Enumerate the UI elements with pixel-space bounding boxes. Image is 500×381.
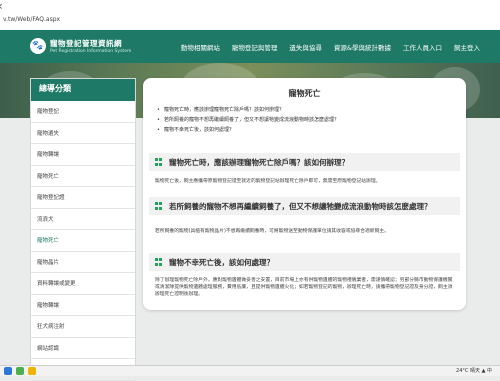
sidebar-title: 總導分類 — [31, 79, 135, 101]
sidebar-item[interactable]: 流浪犬 — [31, 209, 135, 230]
question-link[interactable]: 若所飼養的寵物不想再繼續飼養了，但又不想讓牠變成流浪動物時該怎麼處理？ — [157, 115, 339, 125]
app-icon[interactable] — [16, 367, 24, 375]
faq-answer: 除了辦理寵物死亡除戶外，應對寵物遺體做妥善之安置，目前市場上亦有供寵物遺體的寵物… — [155, 278, 453, 297]
sidebar-item[interactable]: 寵物遺失 — [31, 123, 135, 144]
nav-resources-stats[interactable]: 資源&學與統計數據 — [328, 40, 397, 52]
folder-icon[interactable] — [28, 367, 36, 375]
os-taskbar: 24°C 晴天 ▲ 中 — [0, 365, 500, 376]
green-grid-icon — [155, 258, 163, 266]
system-tray[interactable]: 24°C 晴天 ▲ 中 — [456, 367, 492, 374]
paw-logo-icon[interactable]: 🐾 — [30, 38, 46, 54]
main-nav: 動物相關網站 寵物登記與管理 遺失與協尋 資源&學與統計數據 工作人員入口 飼主… — [175, 40, 486, 52]
question-link[interactable]: 寵物死亡時，應該辦理寵物死亡除戶嗎？該如何辦理？ — [157, 105, 339, 115]
sidebar-item[interactable]: 狂犬病注射 — [31, 316, 135, 338]
green-grid-icon — [155, 202, 163, 210]
faq-question-header: 若所飼養的寵物不想再繼續飼養了，但又不想讓牠變成流浪動物時該怎麼處理？ — [149, 197, 460, 215]
sidebar-item[interactable]: 寵物登記 — [31, 101, 135, 123]
faq-question: 寵物不幸死亡後，該如何處理？ — [169, 257, 274, 267]
sidebar-item[interactable]: 寵物登記證 — [31, 187, 135, 209]
sidebar-item[interactable]: 寵物轉讓 — [31, 295, 135, 316]
sidebar-item[interactable]: 網站認識 — [31, 338, 135, 359]
start-icon[interactable] — [4, 367, 12, 375]
faq-answer: 寵物死亡後，飼主應攜帶原寵物登記證至就近的寵物登記站辦理死亡除戶即可，無需至原寵… — [155, 179, 381, 184]
faq-question: 若所飼養的寵物不想再繼續飼養了，但又不想讓牠變成流浪動物時該怎麼處理？ — [169, 201, 432, 211]
nav-owner-login[interactable]: 飼主登入 — [448, 40, 486, 52]
page-title: 寵物死亡 — [288, 89, 321, 98]
faq-category-sidebar: 總導分類 寵物登記 寵物遺失 寵物轉讓 寵物死亡 寵物登記證 流浪犬 寵物死亡 … — [30, 78, 136, 381]
site-title[interactable]: 寵物登記管理資訊網 — [50, 38, 122, 49]
faq-content-card: 寵物死亡 寵物死亡時，應該辦理寵物死亡除戶嗎？該如何辦理？ 若所飼養的寵物不想再… — [143, 78, 466, 310]
sidebar-item-active[interactable]: 寵物死亡 — [31, 230, 135, 252]
back-arrow-icon[interactable]: ‹ — [0, 0, 3, 13]
sidebar-item[interactable]: 寵物轉讓 — [31, 144, 135, 166]
nav-registration[interactable]: 寵物登記與管理 — [226, 40, 284, 52]
faq-question: 寵物死亡時，應該辦理寵物死亡除戶嗎？該如何辦理？ — [169, 157, 349, 167]
question-index: 寵物死亡時，應該辦理寵物死亡除戶嗎？該如何辦理？ 若所飼養的寵物不想再繼續飼養了… — [157, 105, 339, 135]
nav-lost-found[interactable]: 遺失與協尋 — [283, 40, 328, 52]
faq-answer: 若所飼養的寵物(具植有寵物晶片)不想再繼續飼養時，可將寵物送至動物保護單位請其收… — [155, 229, 389, 234]
question-link[interactable]: 寵物不幸死亡後，該如何處理？ — [157, 125, 339, 135]
sidebar-item[interactable]: 資料轉讓或變更 — [31, 273, 135, 295]
faq-question-header: 寵物不幸死亡後，該如何處理？ — [149, 253, 460, 271]
nav-animal-sites[interactable]: 動物相關網站 — [175, 40, 226, 52]
sidebar-item[interactable]: 寵物晶片 — [31, 252, 135, 273]
site-subtitle: Pet Registration Information System — [50, 49, 132, 54]
url-text[interactable]: v.tw/Web/FAQ.aspx — [3, 16, 60, 23]
faq-question-header: 寵物死亡時，應該辦理寵物死亡除戶嗎？該如何辦理？ — [149, 153, 460, 171]
browser-address-bar[interactable]: ‹ v.tw/Web/FAQ.aspx — [0, 0, 500, 31]
green-grid-icon — [155, 158, 163, 166]
nav-staff-portal[interactable]: 工作人員入口 — [397, 40, 448, 52]
sidebar-item[interactable]: 寵物死亡 — [31, 166, 135, 187]
